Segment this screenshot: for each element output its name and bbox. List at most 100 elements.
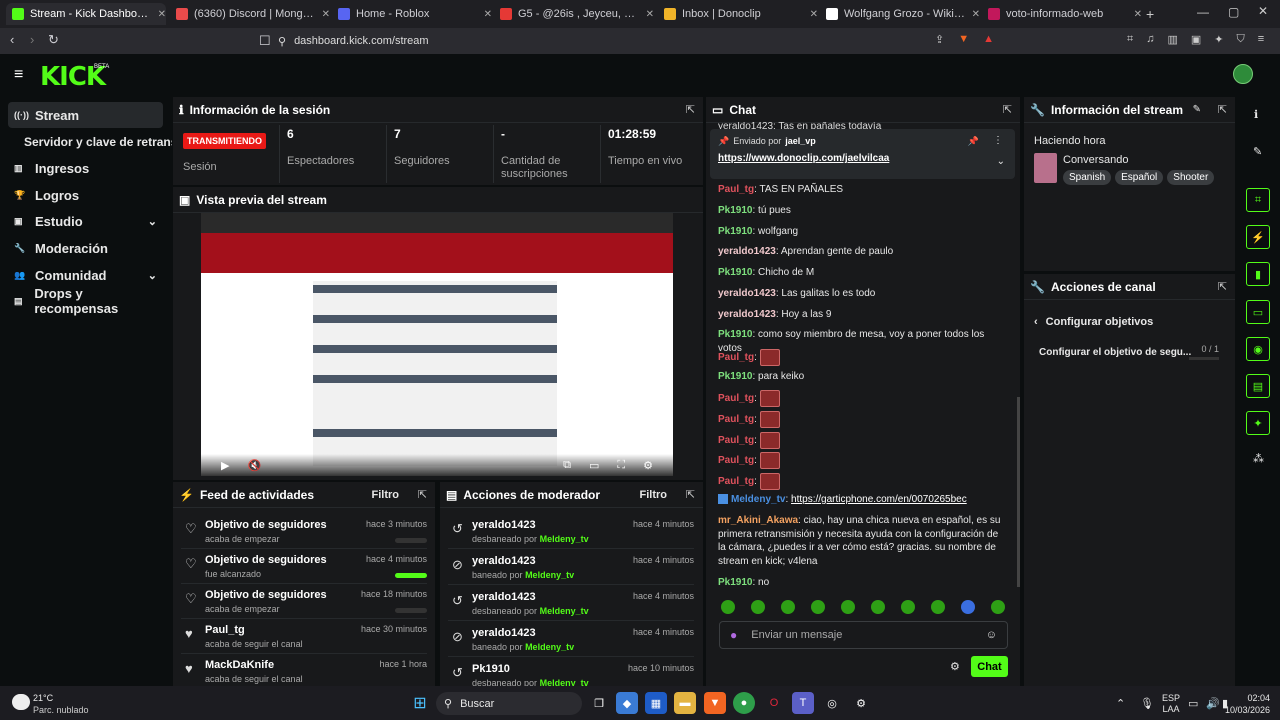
chat-settings-icon[interactable]: ⚙ — [950, 660, 960, 673]
mod-action-item[interactable]: ⊘ yeraldo1423 baneado por Meldeny_tv hace 4… — [448, 623, 694, 657]
rail-button-1[interactable]: ⌗ — [1246, 188, 1270, 212]
site-info-icon[interactable]: ⚲ — [278, 35, 286, 48]
opera-icon[interactable]: O — [763, 692, 785, 714]
task-view-icon[interactable]: ❐ — [588, 692, 610, 714]
chevron-down-icon[interactable]: ⌄ — [148, 269, 157, 282]
chat-message[interactable]: Pk1910: wolfgang — [718, 225, 1006, 239]
more-icon[interactable]: ⋮ — [993, 135, 1003, 146]
lang-indicator[interactable]: ESP LAA — [1162, 693, 1180, 715]
forward-icon[interactable]: › — [30, 33, 34, 46]
emoji-icon[interactable]: ☺ — [986, 629, 997, 641]
activity-item[interactable]: ♥ Paul_tg acaba de seguir el canal hace 30 … — [181, 620, 427, 654]
browser-tab[interactable]: Inbox | Donoclip ✕ — [658, 3, 818, 25]
rail-button-3[interactable]: ▮ — [1246, 262, 1270, 286]
copilot-icon[interactable]: ◆ — [616, 692, 638, 714]
teams-icon[interactable]: T — [792, 692, 814, 714]
chat-message[interactable]: Paul_tg: — [718, 349, 1006, 366]
play-icon[interactable]: ▶ — [221, 459, 229, 472]
tab-close-icon[interactable]: ✕ — [972, 9, 980, 20]
back-to-goals[interactable]: ‹ Configurar objetivos — [1034, 316, 1153, 328]
chat-message[interactable]: Paul_tg: — [718, 411, 1006, 428]
wallet-icon[interactable]: ▣ — [1191, 33, 1201, 46]
weather-icon[interactable] — [12, 694, 30, 710]
browser-tab[interactable]: G5 - @26is , Jeyceu, Jaico.40, LilC✕ — [494, 3, 654, 25]
chat-message[interactable]: Pk1910: para keiko — [718, 370, 1006, 384]
activity-item[interactable]: ♡ Objetivo de seguidores acaba de empezar h… — [181, 585, 427, 619]
bookmark-icon[interactable]: ☐ — [259, 34, 271, 47]
rail-button-4[interactable]: ▭ — [1246, 300, 1270, 324]
browser-tab[interactable]: (6360) Discord | Mongolrux ✕ — [170, 3, 330, 25]
chat-message[interactable]: Paul_tg: — [718, 432, 1006, 449]
rail-button-2[interactable]: ⚡ — [1246, 225, 1270, 249]
back-icon[interactable]: ‹ — [10, 33, 14, 46]
stream-tag[interactable]: Shooter — [1167, 170, 1215, 185]
activity-item[interactable]: ♡ Objetivo de seguidores fue alcanzado hace… — [181, 550, 427, 584]
edit-icon[interactable]: ✎ — [1193, 104, 1201, 115]
activity-item[interactable]: ♥ MackDaKnife acaba de seguir el canal hace… — [181, 655, 427, 686]
fullscreen-icon[interactable]: ⛶ — [617, 459, 625, 472]
music-icon[interactable]: ♫ — [1146, 33, 1154, 46]
network-icon[interactable]: ▭ — [1188, 697, 1198, 710]
taskbar-search[interactable]: ⚲ Buscar — [436, 692, 582, 715]
theater-icon[interactable]: ▭ — [589, 459, 599, 472]
stream-video[interactable]: ▶ 🔇 ⧉ ▭ ⛶ ⚙ — [201, 213, 673, 476]
minimize-button[interactable]: — — [1197, 5, 1209, 19]
sidebar-item[interactable]: ((·)) Stream — [8, 102, 163, 128]
maximize-button[interactable]: ▢ — [1228, 5, 1239, 19]
popout-icon[interactable]: ⇱ — [686, 488, 695, 501]
menu-icon[interactable]: ≡ — [1258, 33, 1264, 46]
mod-action-item[interactable]: ⊘ yeraldo1423 baneado por Meldeny_tv hace 4… — [448, 551, 694, 585]
user-avatar[interactable] — [1233, 64, 1253, 84]
rail-button-7[interactable]: ✦ — [1246, 411, 1270, 435]
explorer-icon[interactable]: ▬ — [674, 692, 696, 714]
mute-icon[interactable]: 🔇 — [247, 459, 261, 472]
quick-emote[interactable] — [811, 600, 825, 614]
send-chat-button[interactable]: Chat — [971, 656, 1008, 677]
unpin-icon[interactable]: 📌 — [968, 136, 979, 147]
info-rail-icon[interactable]: ℹ — [1254, 108, 1258, 121]
mic-tray-icon[interactable]: 🎙 — [1140, 697, 1154, 710]
tab-close-icon[interactable]: ✕ — [810, 9, 818, 20]
brave-shield-icon[interactable]: ▼ — [958, 33, 969, 46]
pinned-link[interactable]: https://www.donoclip.com/jaelvilcaa — [718, 153, 889, 164]
activity-item[interactable]: ♡ Objetivo de seguidores acaba de empezar h… — [181, 515, 427, 549]
mod-action-item[interactable]: ↺ yeraldo1423 desbaneado por Meldeny_tv hac… — [448, 587, 694, 621]
pencil-rail-icon[interactable]: ✎ — [1253, 145, 1262, 158]
popout-icon[interactable]: ⇱ — [418, 488, 427, 501]
screenshot-icon[interactable]: ⌗ — [1127, 33, 1133, 46]
mic-icon[interactable]: ● — [730, 628, 737, 642]
popout-icon[interactable]: ⇱ — [686, 103, 695, 116]
quick-emote[interactable] — [751, 600, 765, 614]
quick-emote[interactable] — [901, 600, 915, 614]
browser-tab[interactable]: Home - Roblox ✕ — [332, 3, 492, 25]
sidebar-item[interactable]: ▥ Ingresos — [8, 155, 163, 181]
share-icon[interactable]: ⇪ — [935, 33, 944, 46]
rail-button-6[interactable]: ▤ — [1246, 374, 1270, 398]
store-icon[interactable]: ▦ — [645, 692, 667, 714]
follower-goal-item[interactable]: Configurar el objetivo de segu... 0 / 1 — [1039, 344, 1219, 364]
mod-filter[interactable]: Filtro — [640, 489, 668, 501]
pip-icon[interactable]: ⧉ — [563, 459, 571, 472]
rail-more-icon[interactable]: ⁂ — [1253, 452, 1264, 465]
stream-tag[interactable]: Spanish — [1063, 170, 1112, 185]
popout-icon[interactable]: ⇱ — [1218, 103, 1227, 116]
reload-icon[interactable]: ↻ — [48, 33, 59, 46]
chat-message[interactable]: Meldeny_tv: https://garticphone.com/en/0… — [718, 493, 1006, 507]
chat-message[interactable]: Paul_tg: — [718, 473, 1006, 490]
chat-message[interactable]: mr_Akini_Akawa: ciao, hay una chica nuev… — [718, 514, 1006, 568]
quick-emote[interactable] — [781, 600, 795, 614]
sidebar-item[interactable]: 🔧 Moderación — [8, 235, 163, 261]
activity-filter[interactable]: Filtro — [372, 489, 400, 501]
quick-emote[interactable] — [991, 600, 1005, 614]
chrome-icon[interactable]: ● — [733, 692, 755, 714]
browser-tab[interactable]: voto-informado-web ✕ — [982, 3, 1142, 25]
browser-tab[interactable]: Wolfgang Grozo - Wikipedia, la encic✕ — [820, 3, 980, 25]
chat-message[interactable]: Paul_tg: TAS EN PAÑALES — [718, 183, 1006, 197]
sidebar-item[interactable]: ▤ Drops y recompensas — [8, 286, 163, 316]
close-window-button[interactable]: ✕ — [1258, 4, 1268, 18]
sidebar-item[interactable]: Servidor y clave de retransmisión — [8, 129, 172, 155]
rewards-icon[interactable]: ▲ — [983, 33, 994, 46]
tray-chevron-icon[interactable]: ⌃ — [1116, 697, 1125, 710]
tab-close-icon[interactable]: ✕ — [322, 9, 330, 20]
sidebar-item[interactable]: 👥 Comunidad ⌄ — [8, 262, 163, 288]
